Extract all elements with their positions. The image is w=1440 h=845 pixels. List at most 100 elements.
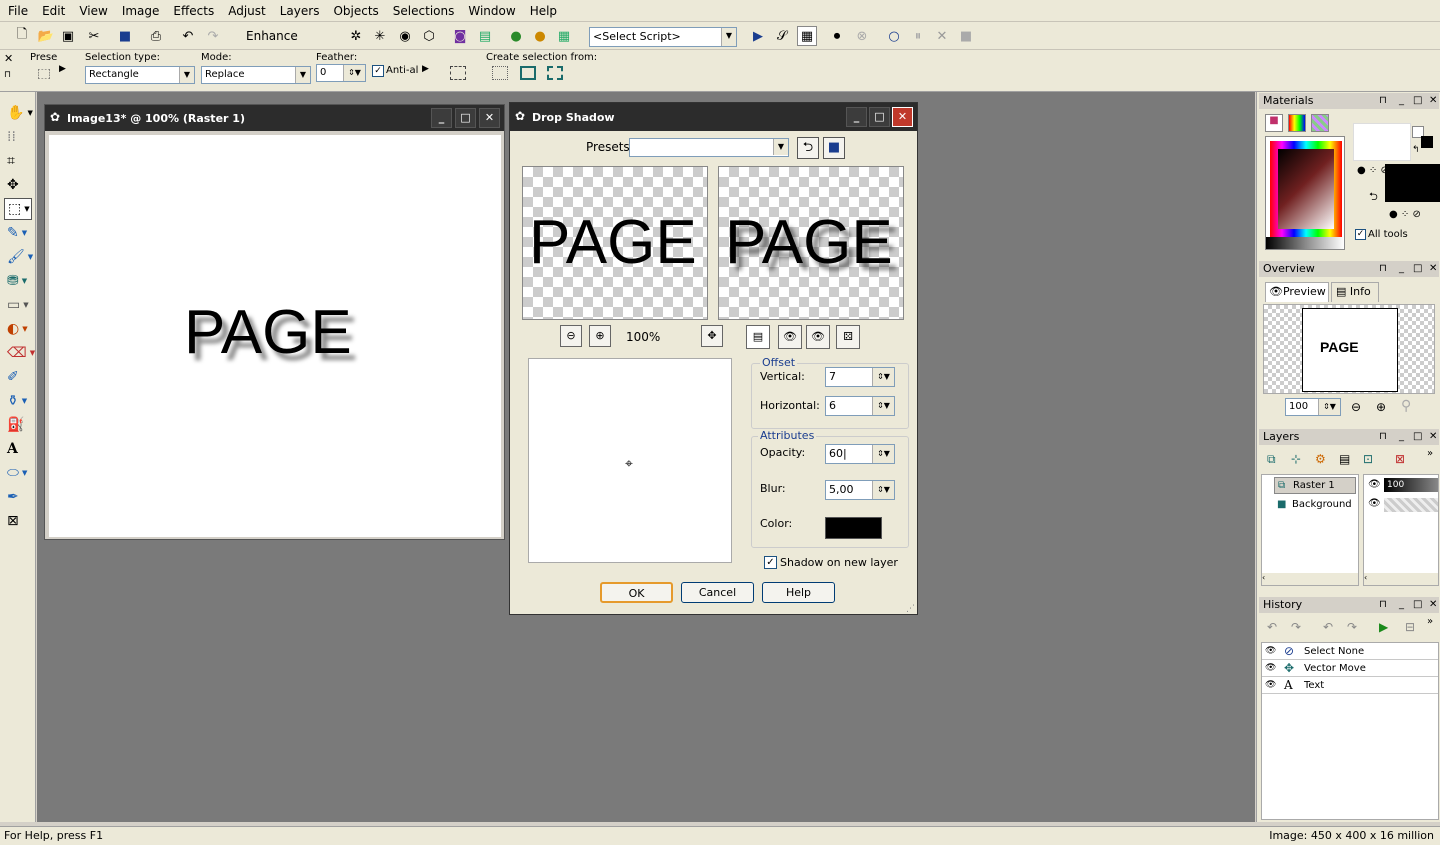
pin-icon[interactable]: ⊓ <box>1379 261 1387 277</box>
presets-select[interactable]: ▼ <box>629 138 789 157</box>
image-window-titlebar[interactable]: ✿ Image13* @ 100% (Raster 1) _ □ ✕ <box>45 105 504 131</box>
menu-layers[interactable]: Layers <box>274 4 326 18</box>
undo-icon[interactable]: ↶ <box>1323 620 1333 634</box>
menu-effects[interactable]: Effects <box>167 4 220 18</box>
close-palette-icon[interactable]: ✕ <box>4 52 13 65</box>
menu-image[interactable]: Image <box>116 4 166 18</box>
resize-grip-icon[interactable]: ⋰ <box>906 604 915 614</box>
text-tool-icon[interactable]: A <box>4 438 32 460</box>
select-all-icon[interactable] <box>450 66 466 80</box>
minimize-icon[interactable]: _ <box>1399 429 1404 445</box>
minimize-icon[interactable]: _ <box>1399 93 1404 109</box>
shadow-new-layer-checkbox[interactable]: ✓ <box>764 556 777 569</box>
selection-from-mask-icon[interactable] <box>547 66 563 80</box>
maximize-icon[interactable]: □ <box>1413 597 1422 613</box>
more-icon[interactable]: » <box>1427 616 1433 627</box>
grayscale-bar[interactable] <box>1266 237 1344 249</box>
pan-tool-icon[interactable]: ✋ ▼ <box>4 102 33 124</box>
landscape-icon[interactable]: ▤ <box>475 26 495 46</box>
maximize-icon[interactable]: □ <box>1413 429 1422 445</box>
red-eye-icon[interactable]: ◉ <box>395 26 415 46</box>
horizontal-input[interactable]: 6 ⇕▼ <box>825 396 895 416</box>
menu-objects[interactable]: Objects <box>327 4 384 18</box>
scratch-remover-icon[interactable]: ▭ ▼ <box>4 294 32 316</box>
new-mask-icon[interactable]: ▤ <box>1339 452 1350 466</box>
adjustment-layer-icon[interactable]: ⊡ <box>1363 452 1373 466</box>
save-script-icon[interactable]: ⊟ <box>1405 620 1415 634</box>
background-opacity-slider[interactable] <box>1384 498 1438 512</box>
quickscript-icon[interactable]: ▶ <box>1379 620 1388 634</box>
cancel-button[interactable]: Cancel <box>681 582 754 603</box>
ok-button[interactable]: OK <box>600 582 673 603</box>
open-file-icon[interactable]: 📂 <box>36 26 56 46</box>
tab-preview[interactable]: 👁Preview <box>1265 282 1329 302</box>
minimize-icon[interactable]: _ <box>1399 261 1404 277</box>
menu-window[interactable]: Window <box>462 4 521 18</box>
close-icon[interactable]: ✕ <box>1429 93 1437 109</box>
dialog-titlebar[interactable]: ✿ Drop Shadow _ □ ✕ <box>510 103 917 131</box>
pin-icon[interactable]: ⊓ <box>1379 597 1387 613</box>
minimize-icon[interactable]: _ <box>431 108 452 128</box>
delete-layer-icon[interactable]: ⊠ <box>1395 452 1405 466</box>
maximize-icon[interactable]: □ <box>869 107 890 127</box>
new-vector-layer-icon[interactable]: ⊹ <box>1291 452 1301 466</box>
enhance-photo-button[interactable]: Enhance Photo ▼ <box>238 25 334 65</box>
color-changer-icon[interactable]: ⚱ ▼ <box>4 390 32 412</box>
cancel-script-icon[interactable]: ⊗ <box>852 26 872 46</box>
offset-pad[interactable]: ⌖ <box>528 358 732 563</box>
eyedropper-icon[interactable]: ✎ ▼ <box>4 222 32 244</box>
save-recording-icon[interactable]: ■ <box>956 26 976 46</box>
help-button[interactable]: Help <box>762 582 835 603</box>
history-header[interactable]: History ⊓ _ □ ✕ <box>1259 597 1439 613</box>
mini-bg-swatch[interactable] <box>1421 136 1433 148</box>
menu-adjust[interactable]: Adjust <box>222 4 272 18</box>
redo-icon[interactable]: ↷ <box>203 26 223 46</box>
spinner-icon[interactable]: ⇕▼ <box>872 397 894 415</box>
picture-tube-icon[interactable]: ✐ <box>4 366 32 388</box>
blur-input[interactable]: 5,00 ⇕▼ <box>825 480 895 500</box>
run-script-icon[interactable]: ▶ <box>748 26 768 46</box>
visibility-eye-icon[interactable]: 👁 <box>1265 660 1276 677</box>
move-tool-icon[interactable]: ✥ <box>4 174 32 196</box>
minimize-icon[interactable]: _ <box>846 107 867 127</box>
spinner-icon[interactable]: ⇕▼ <box>872 368 894 386</box>
layers-hscroll[interactable]: ‹ <box>1262 573 1358 585</box>
overview-viewport[interactable]: PAGE <box>1302 308 1398 392</box>
actual-size-icon[interactable]: ⚲ <box>1401 398 1411 414</box>
menu-view[interactable]: View <box>73 4 113 18</box>
reset-preset-icon[interactable]: ⮌ <box>797 137 819 159</box>
interactive-script-icon[interactable]: ▦ <box>797 26 817 46</box>
maximize-icon[interactable]: □ <box>1413 93 1422 109</box>
close-icon[interactable]: ✕ <box>1429 597 1437 613</box>
start-recording-icon[interactable]: ○ <box>884 26 904 46</box>
chevron-right-icon[interactable]: ▶ <box>59 64 66 74</box>
edit-script-icon[interactable]: 𝒮 <box>772 26 792 46</box>
preset-selection-icon[interactable] <box>38 69 50 79</box>
layer-row-raster1[interactable]: ⧉ Raster 1 <box>1274 477 1356 494</box>
smart-fix-icon[interactable]: ✳ <box>370 26 390 46</box>
antialias-checkbox[interactable]: ✓ <box>372 65 384 77</box>
close-icon[interactable]: ✕ <box>1429 261 1437 277</box>
browse-icon[interactable]: ▣ <box>58 26 78 46</box>
pause-recording-icon[interactable]: ⏸ <box>908 26 928 46</box>
artistic-icon[interactable]: ● <box>530 26 550 46</box>
overview-preview[interactable]: PAGE <box>1263 304 1435 394</box>
randomize-icon[interactable]: ⚄ <box>836 325 860 349</box>
overview-header[interactable]: Overview ⊓ _ □ ✕ <box>1259 261 1439 277</box>
spinner-icon[interactable]: ⇕▼ <box>872 445 894 463</box>
swap-colors-icon[interactable]: ↰ <box>1412 145 1420 155</box>
menu-file[interactable]: File <box>2 4 34 18</box>
redo-to-icon[interactable]: ↷ <box>1291 620 1301 634</box>
cube-icon[interactable]: ⬡ <box>419 26 439 46</box>
selection-from-vector-icon[interactable] <box>520 66 536 80</box>
flood-fill-icon[interactable]: ⛽ <box>4 414 32 436</box>
visibility-eye-icon[interactable]: 👁 <box>1265 677 1276 694</box>
visibility-eye-icon[interactable]: 👁 <box>1368 498 1381 509</box>
pin-icon[interactable]: ⊓ <box>4 70 11 80</box>
menu-help[interactable]: Help <box>524 4 563 18</box>
overview-zoom-input[interactable]: 100 ⇕▼ <box>1285 398 1341 416</box>
feather-input[interactable]: 0 ⇕▼ <box>316 64 366 82</box>
proof-icon[interactable]: ▤ <box>746 325 770 349</box>
clone-brush-icon[interactable]: ⛃ ▼ <box>4 270 32 292</box>
gradient-tab-icon[interactable] <box>1288 114 1306 132</box>
